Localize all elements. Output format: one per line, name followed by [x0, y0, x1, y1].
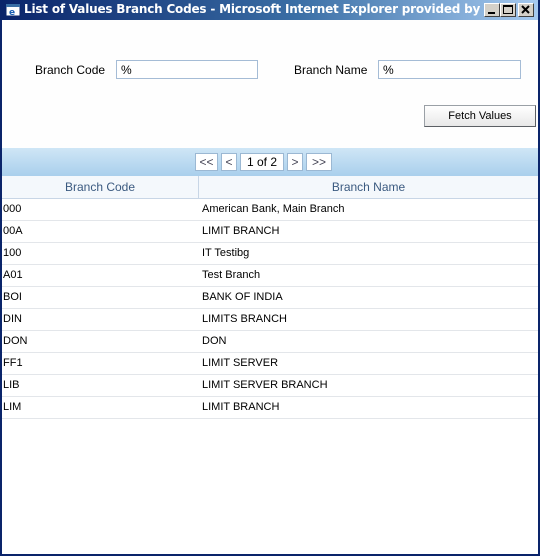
branch-code-cell: 100: [3, 247, 22, 259]
branch-name-cell: LIMIT SERVER BRANCH: [202, 379, 328, 391]
first-page-button[interactable]: <<: [195, 153, 218, 171]
branch-name-label: Branch Name: [294, 63, 368, 77]
branch-code-input[interactable]: [116, 60, 258, 79]
results-table: 000 American Bank, Main Branch 00A LIMIT B…: [2, 199, 538, 419]
branch-code-cell: DIN: [3, 313, 22, 325]
fetch-values-button[interactable]: Fetch Values: [424, 105, 536, 127]
branch-name-cell: American Bank, Main Branch: [202, 203, 345, 215]
branch-name-cell: DON: [202, 335, 227, 347]
prev-page-button[interactable]: <: [221, 153, 237, 171]
branch-name-cell: LIMIT BRANCH: [202, 225, 280, 237]
header-branch-code[interactable]: Branch Code: [2, 176, 199, 198]
branch-code-cell: A01: [3, 269, 23, 281]
table-row[interactable]: LIB LIMIT SERVER BRANCH: [2, 375, 538, 397]
branch-code-cell: FF1: [3, 357, 23, 369]
branch-code-label: Branch Code: [35, 63, 106, 77]
maximize-button[interactable]: [500, 3, 516, 17]
svg-text:e: e: [9, 8, 15, 18]
branch-name-cell: LIMITS BRANCH: [202, 313, 287, 325]
table-row[interactable]: 100 IT Testibg: [2, 243, 538, 265]
branch-code-cell: 00A: [3, 225, 23, 237]
table-row[interactable]: FF1 LIMIT SERVER: [2, 353, 538, 375]
table-row[interactable]: BOI BANK OF INDIA: [2, 287, 538, 309]
table-row[interactable]: DON DON: [2, 331, 538, 353]
window-title: List of Values Branch Codes - Microsoft …: [24, 2, 506, 16]
branch-code-cell: LIM: [3, 401, 22, 413]
pagination-bar: << < 1 of 2 > >>: [2, 148, 538, 176]
branch-code-cell: BOI: [3, 291, 22, 303]
table-header: Branch Code Branch Name: [2, 176, 538, 199]
lov-window: e List of Values Branch Codes - Microsof…: [0, 0, 540, 556]
search-panel: Branch Code Branch Name Fetch Values: [2, 20, 538, 148]
table-row[interactable]: DIN LIMITS BRANCH: [2, 309, 538, 331]
minimize-button[interactable]: [484, 3, 500, 17]
title-bar[interactable]: e List of Values Branch Codes - Microsof…: [2, 0, 538, 20]
branch-name-cell: Test Branch: [202, 269, 261, 281]
close-button[interactable]: [518, 3, 534, 17]
table-row[interactable]: 00A LIMIT BRANCH: [2, 221, 538, 243]
branch-code-cell: 000: [3, 203, 22, 215]
table-row[interactable]: 000 American Bank, Main Branch: [2, 199, 538, 221]
next-page-button[interactable]: >: [287, 153, 303, 171]
last-page-button[interactable]: >>: [306, 153, 332, 171]
table-row[interactable]: LIM LIMIT BRANCH: [2, 397, 538, 419]
branch-code-cell: LIB: [3, 379, 20, 391]
branch-code-cell: DON: [3, 335, 28, 347]
branch-name-cell: LIMIT BRANCH: [202, 401, 280, 413]
header-branch-name[interactable]: Branch Name: [199, 176, 538, 198]
table-row[interactable]: A01 Test Branch: [2, 265, 538, 287]
branch-name-cell: IT Testibg: [202, 247, 250, 259]
branch-name-cell: BANK OF INDIA: [202, 291, 283, 303]
branch-name-input[interactable]: [378, 60, 521, 79]
page-indicator: 1 of 2: [240, 153, 284, 171]
branch-name-cell: LIMIT SERVER: [202, 357, 279, 369]
ie-icon: e: [5, 2, 21, 18]
